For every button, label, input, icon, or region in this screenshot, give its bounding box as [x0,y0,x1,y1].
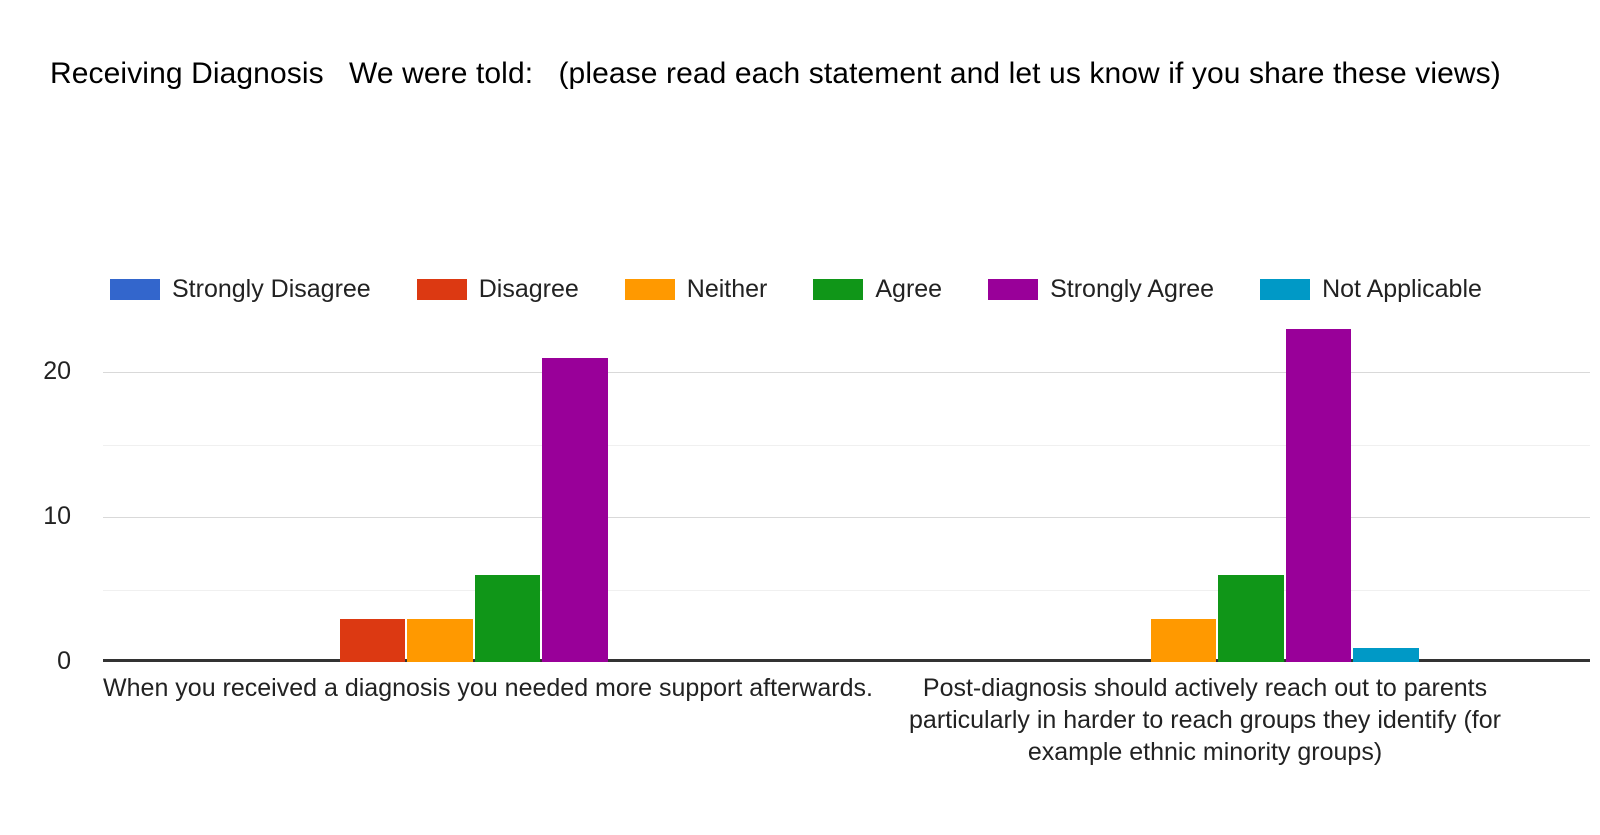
legend-label: Strongly Agree [1050,274,1215,303]
legend-item[interactable]: Strongly Disagree [110,274,371,303]
bar[interactable] [1285,328,1352,662]
bar[interactable] [407,618,473,662]
gridline-major [103,517,1590,519]
legend-swatch-icon [624,278,675,300]
legend-label: Disagree [478,274,579,303]
legend-item[interactable]: Agree [813,274,943,303]
legend-item[interactable]: Strongly Agree [988,274,1215,303]
legend-item[interactable]: Disagree [416,274,579,303]
legend-label: Not Applicable [1322,274,1482,303]
gridline-major [103,372,1590,374]
y-axis-tick-label: 10 [43,502,71,531]
bar[interactable] [1150,618,1217,662]
bar[interactable] [1353,647,1419,662]
x-axis-category-label: When you received a diagnosis you needed… [103,674,873,702]
bar[interactable] [1218,575,1284,662]
legend-swatch-icon [988,278,1039,300]
legend-item[interactable]: Not Applicable [1260,274,1482,303]
legend-swatch-icon [1260,278,1311,300]
x-axis-category-label: Post-diagnosis should actively reach out… [909,674,1501,766]
legend-swatch-icon [416,278,467,300]
bar[interactable] [339,618,406,662]
plot-area: 0 10 20 [43,300,1590,674]
bar[interactable] [474,575,541,662]
legend-swatch-icon [813,278,864,300]
gridline-minor [103,444,1590,446]
bar[interactable] [542,357,608,662]
y-axis-tick-label: 20 [43,357,71,386]
gridline-minor [103,589,1590,591]
chart-title: Receiving Diagnosis We were told: (pleas… [50,57,1501,90]
legend-item[interactable]: Neither [624,274,768,303]
legend-label: Neither [686,274,768,303]
legend-label: Strongly Disagree [172,274,371,303]
y-axis-tick-label: 0 [57,647,71,675]
legend-swatch-icon [110,278,160,300]
legend-label: Agree [875,274,943,303]
